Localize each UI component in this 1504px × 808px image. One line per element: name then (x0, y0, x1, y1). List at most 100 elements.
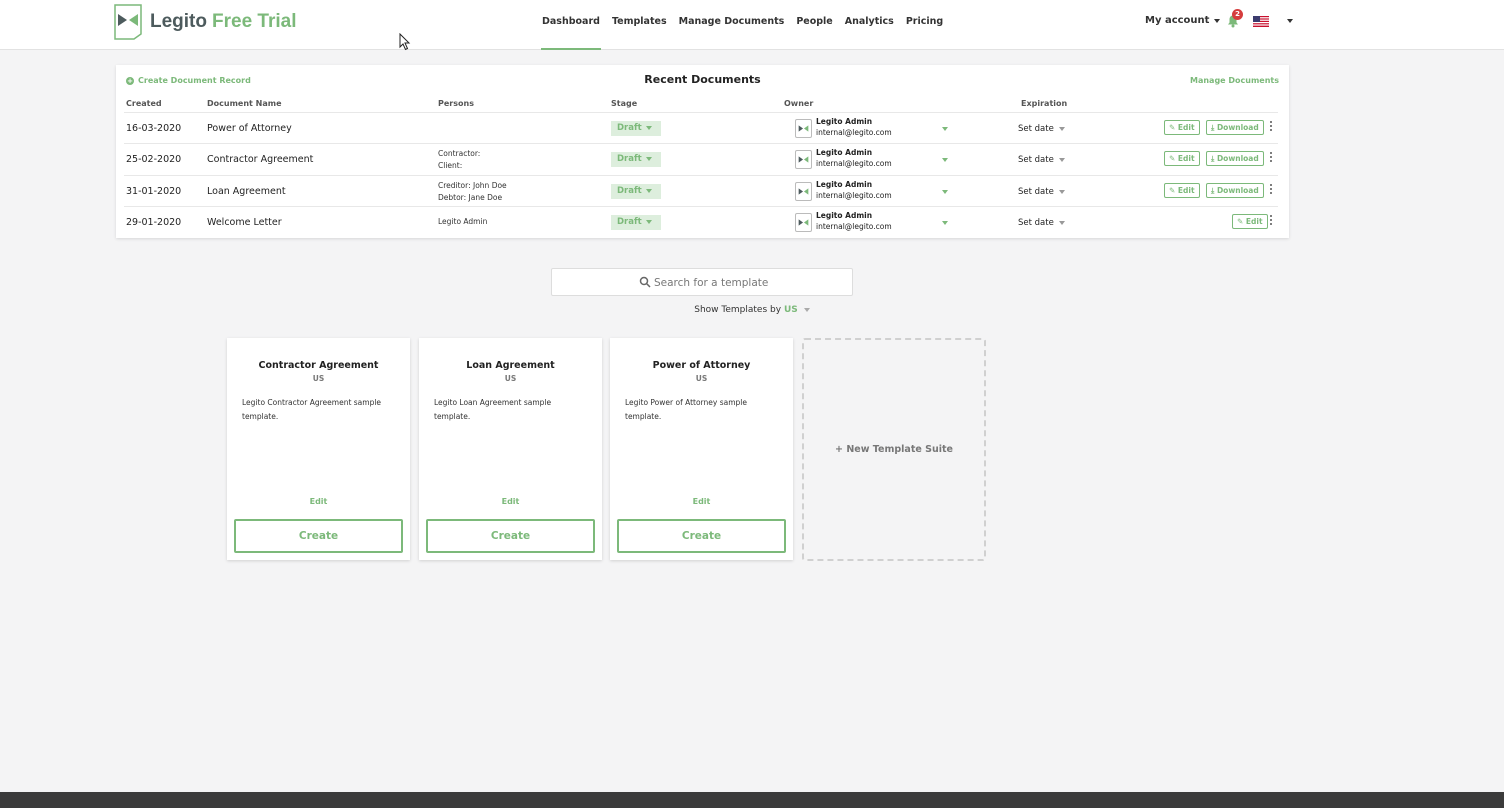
more-options-icon[interactable] (1269, 215, 1273, 229)
person-line: Contractor: (438, 149, 481, 158)
edit-button[interactable]: ✎ Edit (1164, 183, 1200, 198)
created-date: 25-02-2020 (126, 154, 182, 165)
owner-chevron-icon[interactable] (942, 158, 948, 162)
show-templates-by[interactable]: Show Templates by US (0, 305, 1504, 315)
owner-email: internal@legito.com (816, 191, 892, 200)
persons: Legito Admin (438, 216, 487, 228)
chevron-down-icon (1058, 158, 1065, 162)
template-description: Legito Loan Agreement sample template. (434, 398, 552, 421)
document-name[interactable]: Power of Attorney (207, 123, 292, 134)
table-row[interactable]: 16-03-2020 Power of Attorney Draft Legit… (124, 112, 1278, 143)
more-options-icon[interactable] (1269, 184, 1273, 198)
download-button[interactable]: ⤓ Download (1206, 151, 1264, 166)
show-templates-label: Show Templates by (694, 305, 782, 315)
edit-button[interactable]: ✎ Edit (1164, 151, 1200, 166)
search-input[interactable] (654, 274, 834, 291)
document-name[interactable]: Contractor Agreement (207, 154, 313, 165)
table-row[interactable]: 29-01-2020 Welcome Letter Legito Admin D… (124, 206, 1278, 237)
created-date: 29-01-2020 (126, 217, 182, 228)
template-title: Loan Agreement (466, 360, 555, 371)
chevron-down-icon (1214, 18, 1221, 23)
stage-dropdown[interactable]: Draft (611, 215, 661, 230)
document-name[interactable]: Welcome Letter (207, 217, 282, 228)
notification-badge: 2 (1232, 9, 1243, 20)
template-card: Contractor Agreement US Legito Contracto… (227, 338, 410, 560)
column-persons: Persons (438, 99, 474, 108)
template-description: Legito Contractor Agreement sample templ… (242, 398, 382, 421)
owner-chevron-icon[interactable] (942, 127, 948, 131)
template-description: Legito Power of Attorney sample template… (625, 398, 747, 421)
recent-documents-title: Recent Documents (644, 73, 761, 86)
owner-avatar-icon (795, 150, 812, 169)
chevron-down-icon (645, 156, 652, 161)
nav-manage-documents[interactable]: Manage Documents (673, 0, 791, 50)
create-button[interactable]: Create (617, 519, 786, 553)
nav-templates[interactable]: Templates (606, 0, 673, 50)
document-name[interactable]: Loan Agreement (207, 186, 286, 197)
expiration-set-date[interactable]: Set date (1018, 124, 1065, 134)
template-edit-link[interactable]: Edit (419, 497, 602, 506)
owner-name: Legito Admin (816, 148, 873, 157)
search-icon (639, 276, 651, 288)
chevron-down-icon (645, 219, 652, 224)
create-button[interactable]: Create (426, 519, 595, 553)
new-template-suite-button[interactable]: + New Template Suite (802, 338, 986, 561)
template-title: Power of Attorney (652, 360, 751, 371)
template-title: Contractor Agreement (258, 360, 379, 371)
more-options-icon[interactable] (1269, 121, 1273, 135)
column-created[interactable]: Created (126, 99, 162, 108)
owner-avatar-icon (795, 213, 812, 232)
owner-name: Legito Admin (816, 180, 873, 189)
chevron-down-icon (1058, 221, 1065, 225)
nav-dashboard[interactable]: Dashboard (536, 0, 606, 50)
owner-chevron-icon[interactable] (942, 190, 948, 194)
nav-people[interactable]: People (790, 0, 838, 50)
chevron-down-icon (645, 125, 652, 130)
stage-dropdown[interactable]: Draft (611, 152, 661, 167)
table-row[interactable]: 31-01-2020 Loan Agreement Creditor: John… (124, 175, 1278, 206)
expiration-set-date[interactable]: Set date (1018, 155, 1065, 165)
manage-documents-link[interactable]: Manage Documents (1190, 76, 1279, 85)
persons: Contractor: Client: (438, 148, 480, 172)
download-button[interactable]: ⤓ Download (1206, 120, 1264, 135)
new-template-suite-label: New Template Suite (846, 444, 953, 455)
owner-chevron-icon[interactable] (942, 221, 948, 225)
stage-dropdown[interactable]: Draft (611, 121, 661, 136)
owner-email: internal@legito.com (816, 128, 892, 137)
expiration-set-date[interactable]: Set date (1018, 187, 1065, 197)
edit-button[interactable]: ✎ Edit (1232, 214, 1268, 229)
plus-icon: + (835, 444, 847, 455)
owner-email: internal@legito.com (816, 159, 892, 168)
my-account-menu[interactable]: My account (1145, 15, 1221, 26)
expiration-set-date[interactable]: Set date (1018, 218, 1065, 228)
brand-trial: Free Trial (212, 11, 297, 32)
table-row[interactable]: 25-02-2020 Contractor Agreement Contract… (124, 143, 1278, 174)
logo[interactable]: Legito Free Trial (114, 4, 297, 40)
template-card: Power of Attorney US Legito Power of Att… (610, 338, 793, 560)
us-flag-icon[interactable] (1253, 16, 1269, 27)
column-stage[interactable]: Stage (611, 99, 637, 108)
more-options-icon[interactable] (1269, 152, 1273, 166)
template-edit-link[interactable]: Edit (227, 497, 410, 506)
chevron-down-icon (645, 188, 652, 193)
column-document-name[interactable]: Document Name (207, 99, 282, 108)
nav-pricing[interactable]: Pricing (900, 0, 949, 50)
template-edit-link[interactable]: Edit (610, 497, 793, 506)
owner-name: Legito Admin (816, 211, 873, 220)
nav-analytics[interactable]: Analytics (839, 0, 900, 50)
top-bar: Legito Free Trial Dashboard Templates Man… (0, 0, 1504, 50)
mouse-cursor-icon (399, 33, 411, 51)
country-selector[interactable]: US (784, 305, 798, 315)
column-expiration[interactable]: Expiration (1021, 99, 1067, 108)
main-nav: Dashboard Templates Manage Documents Peo… (536, 0, 949, 50)
template-country: US (504, 374, 517, 383)
download-button[interactable]: ⤓ Download (1206, 183, 1264, 198)
stage-dropdown[interactable]: Draft (611, 184, 661, 199)
brand-name: Legito (150, 11, 207, 32)
language-chevron-icon[interactable] (1287, 19, 1293, 23)
recent-documents-panel: + Create Document Record Recent Document… (116, 65, 1289, 238)
column-owner[interactable]: Owner (784, 99, 813, 108)
edit-button[interactable]: ✎ Edit (1164, 120, 1200, 135)
create-button[interactable]: Create (234, 519, 403, 553)
persons: Creditor: John Doe Debtor: Jane Doe (438, 180, 507, 204)
